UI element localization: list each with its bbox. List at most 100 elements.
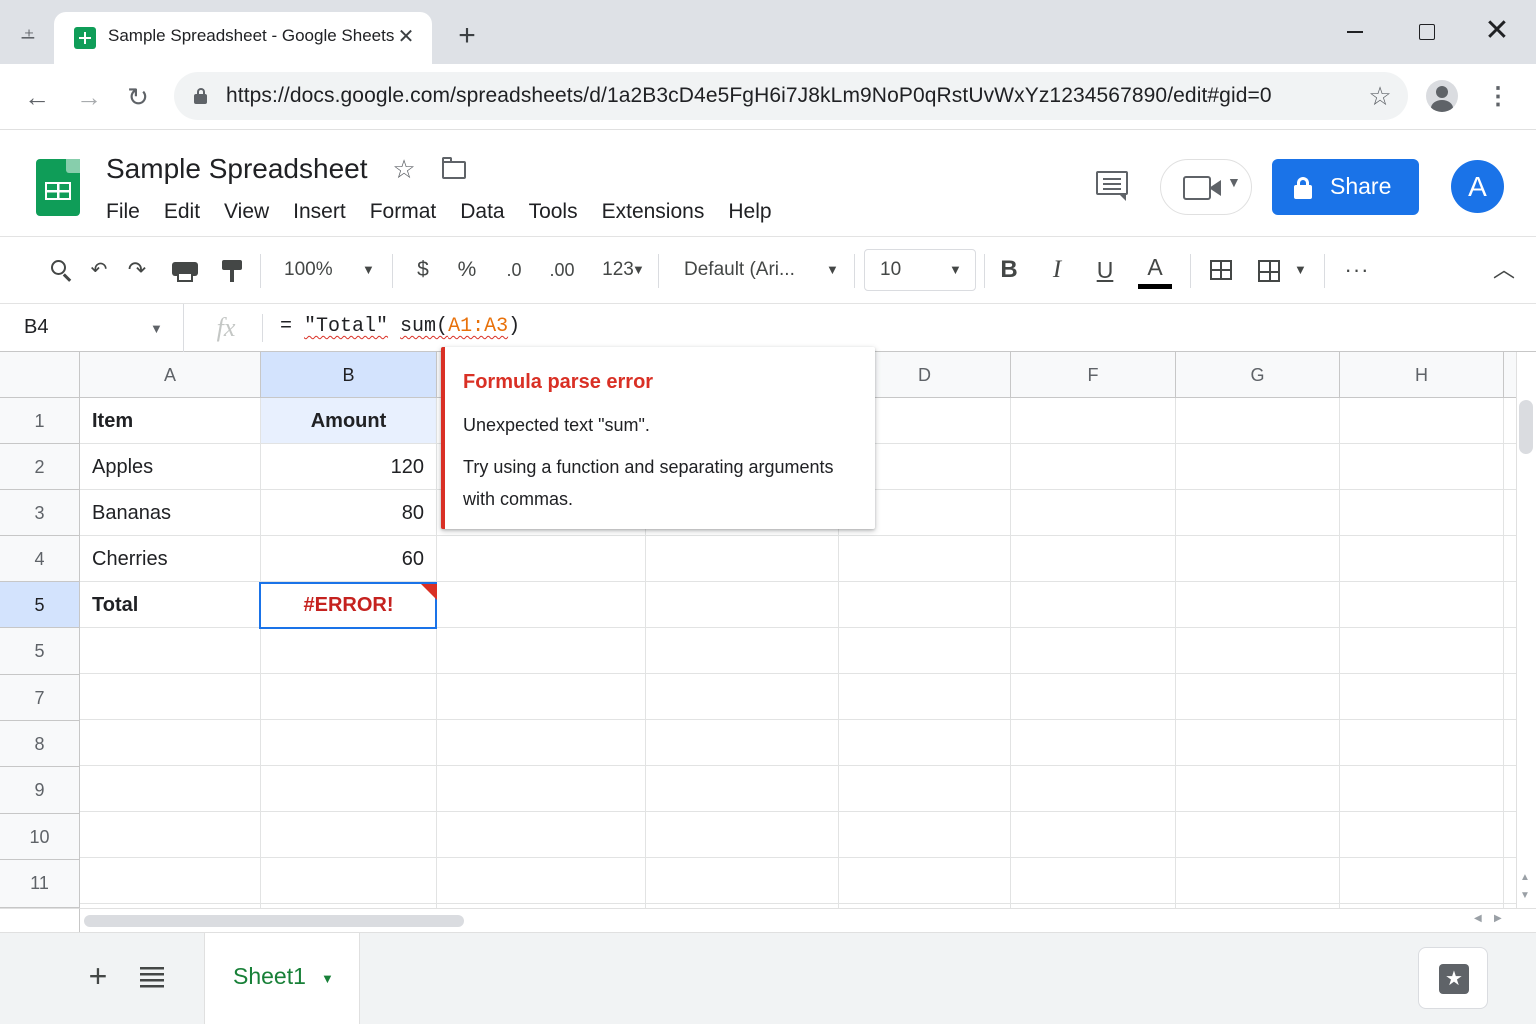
reload-icon[interactable]: ↻ [121,80,155,114]
formula-input[interactable]: = "Total" sum(A1:A3) [280,315,520,338]
add-sheet-button[interactable]: + [82,960,114,993]
lock-icon[interactable] [194,88,207,104]
row-header-active[interactable]: 5 [0,582,80,628]
redo-icon[interactable]: ↷ [120,252,154,288]
chevron-down-icon[interactable]: ▼ [321,971,334,986]
cell-b2[interactable]: 120 [261,444,437,490]
menu-view[interactable]: View [212,195,281,229]
zoom-select[interactable]: 100% ▼ [276,252,376,288]
underline-button[interactable]: U [1088,252,1122,288]
video-camera-icon [1183,176,1223,202]
collapse-toolbar-icon[interactable]: ︿ [1488,252,1520,288]
vertical-scroll-thumb[interactable] [1519,400,1533,454]
italic-button[interactable]: I [1040,252,1074,288]
select-all-corner[interactable] [0,352,80,398]
meet-button[interactable]: ▼ [1160,159,1252,215]
paint-format-icon[interactable] [216,252,248,288]
back-arrow-icon[interactable]: ← [20,80,54,114]
vertical-scrollbar[interactable]: ▲ ▼ [1516,352,1536,908]
number-format-select[interactable]: 123 ▼ [588,252,648,288]
cell-a4[interactable]: Cherries [80,536,261,582]
decrease-decimal-button[interactable]: .0 [498,252,530,288]
borders-button[interactable]: ▼ [1252,252,1310,288]
explore-button[interactable]: ★ [1418,947,1488,1009]
column-header-h[interactable]: H [1340,352,1504,398]
move-folder-icon[interactable] [440,157,468,179]
new-tab-button[interactable]: + [450,20,484,54]
window-maximize-button[interactable] [1411,20,1441,46]
more-options-icon[interactable]: ··· [1340,252,1374,288]
cell-a2[interactable]: Apples [80,444,261,490]
row-header[interactable]: 9 [0,767,80,814]
cell-b5-error[interactable]: #ERROR! [261,582,437,628]
window-close-button[interactable]: ✕ [1482,16,1512,46]
menu-edit[interactable]: Edit [152,195,212,229]
text-color-button[interactable]: A [1136,252,1174,289]
scroll-up-icon[interactable]: ▲ [1520,872,1530,883]
font-size-select[interactable]: 10 ▼ [864,249,976,291]
bold-button[interactable]: B [992,252,1026,288]
font-family-select[interactable]: Default (Ari... ▼ [674,252,844,288]
horizontal-scroll-thumb[interactable] [84,915,464,927]
column-header-a[interactable]: A [80,352,261,398]
row-header[interactable]: 7 [0,675,80,721]
row-header[interactable]: 1 [0,398,80,444]
menu-extensions[interactable]: Extensions [590,195,717,229]
cell-b3[interactable]: 80 [261,490,437,536]
star-document-icon[interactable]: ☆ [388,153,420,185]
percent-format-button[interactable]: % [452,252,482,288]
menu-file[interactable]: File [94,195,152,229]
row-header[interactable]: 5 [0,628,80,675]
tab-close-icon[interactable]: ✕ [394,24,418,50]
account-avatar[interactable]: A [1451,160,1504,213]
grid-line [1175,398,1176,908]
cell-a3[interactable]: Bananas [80,490,261,536]
column-header-g[interactable]: G [1176,352,1340,398]
bookmark-star-icon[interactable]: ☆ [1364,80,1396,112]
row-header[interactable]: 4 [0,536,80,582]
row-header[interactable]: 11 [0,860,80,908]
share-button[interactable]: Share [1272,159,1419,215]
scroll-down-icon[interactable]: ▼ [1520,890,1530,901]
print-icon[interactable] [168,252,202,288]
cell-a5[interactable]: Total [80,582,261,628]
increase-decimal-button[interactable]: .00 [542,252,582,288]
document-title[interactable]: Sample Spreadsheet [106,153,368,185]
cell-b1[interactable]: Amount [261,398,437,444]
menu-help[interactable]: Help [716,195,783,229]
row-header[interactable]: 2 [0,444,80,490]
column-header-f[interactable]: F [1011,352,1176,398]
address-bar[interactable]: https://docs.google.com/spreadsheets/d/1… [174,72,1408,120]
cell-b4[interactable]: 60 [261,536,437,582]
sheets-logo-icon[interactable] [36,159,80,216]
sheet-tabs-bar: + Sheet1 ▼ ★ [0,932,1536,1024]
error-indicator-icon[interactable] [421,584,437,600]
undo-icon[interactable]: ↶ [84,252,114,288]
scroll-left-icon[interactable]: ◀ [1474,913,1482,924]
row-header[interactable]: 10 [0,814,80,860]
menu-format[interactable]: Format [358,195,449,229]
column-header-b[interactable]: B [261,352,437,398]
url-text[interactable]: https://docs.google.com/spreadsheets/d/1… [226,84,1272,108]
cell-a1[interactable]: Item [80,398,261,444]
scroll-right-icon[interactable]: ▶ [1494,913,1502,924]
comments-icon[interactable] [1094,169,1130,203]
menu-data[interactable]: Data [448,195,516,229]
menu-insert[interactable]: Insert [281,195,358,229]
name-box[interactable]: B4 ▼ [0,304,184,352]
browser-profile-icon[interactable] [1426,80,1458,112]
forward-arrow-icon[interactable]: → [72,80,106,114]
row-header[interactable]: 8 [0,721,80,767]
merge-cells-icon[interactable] [1204,252,1238,288]
window-minimize-button[interactable] [1340,20,1370,46]
horizontal-scrollbar[interactable]: ◀ ▶ [80,908,1536,932]
tab-search-icon[interactable]: ⁺̶ [14,24,44,50]
sheet-tab-sheet1[interactable]: Sheet1 ▼ [204,933,360,1024]
browser-menu-icon[interactable]: ⋮ [1484,80,1512,114]
all-sheets-list-icon[interactable] [138,967,166,989]
row-header[interactable]: 3 [0,490,80,536]
currency-format-button[interactable]: $ [408,252,438,288]
search-menus-icon[interactable] [44,252,78,288]
browser-tab[interactable]: Sample Spreadsheet - Google Sheets ✕ [54,12,432,64]
menu-tools[interactable]: Tools [517,195,590,229]
